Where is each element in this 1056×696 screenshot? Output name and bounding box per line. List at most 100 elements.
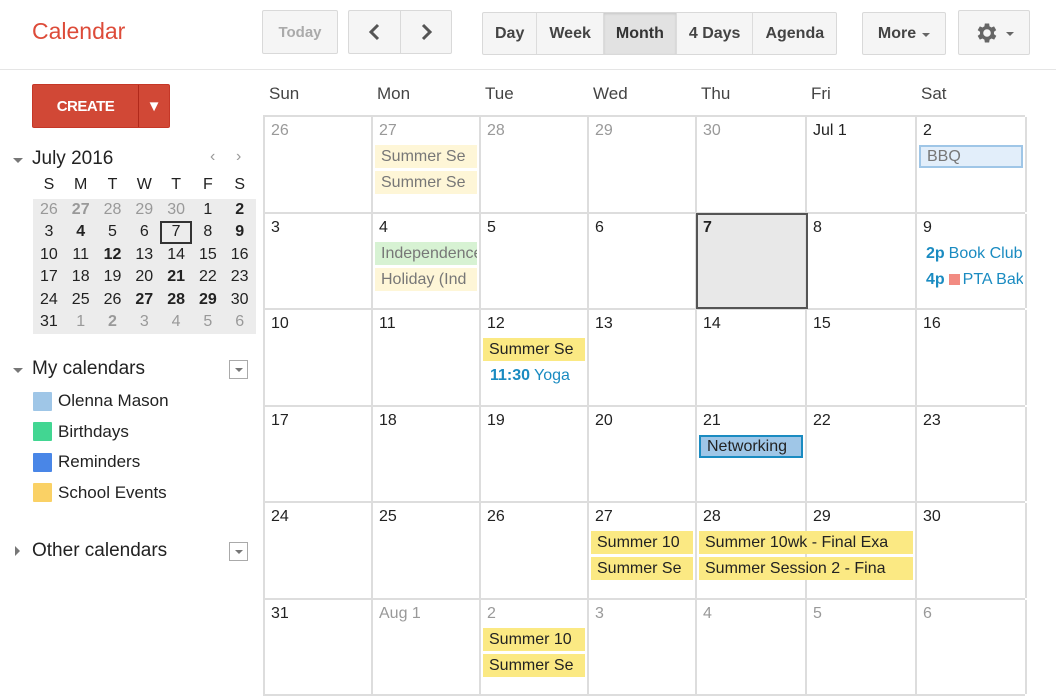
day-cell[interactable]: 22 bbox=[807, 407, 917, 502]
day-cell[interactable]: 19 bbox=[481, 407, 589, 502]
mini-prev-month-icon[interactable]: ‹ bbox=[210, 148, 215, 166]
day-cell[interactable]: Jul 1 bbox=[807, 117, 917, 212]
event-chip[interactable]: Summer 10wk - Final Exa bbox=[699, 531, 913, 554]
mini-day[interactable]: 9 bbox=[224, 221, 256, 244]
day-number[interactable]: Aug 1 bbox=[379, 605, 421, 623]
mini-day[interactable]: 13 bbox=[128, 244, 160, 267]
view-week-button[interactable]: Week bbox=[537, 13, 604, 54]
mini-day[interactable]: 18 bbox=[65, 266, 97, 289]
event-chip[interactable]: Summer Se bbox=[375, 145, 477, 168]
day-cell[interactable]: 31 bbox=[265, 600, 373, 695]
mini-day[interactable]: 19 bbox=[97, 266, 129, 289]
mini-day[interactable]: 3 bbox=[33, 221, 65, 244]
day-number[interactable]: 24 bbox=[271, 508, 289, 526]
day-number[interactable]: 9 bbox=[923, 219, 932, 237]
mini-day[interactable]: 26 bbox=[97, 289, 129, 312]
day-cell[interactable]: 15 bbox=[807, 310, 917, 405]
event-chip[interactable]: Holiday (Ind bbox=[375, 268, 477, 291]
day-cell[interactable]: 17 bbox=[265, 407, 373, 502]
mini-day[interactable]: 11 bbox=[65, 244, 97, 267]
day-number[interactable]: 28 bbox=[487, 122, 505, 140]
day-cell[interactable]: 6 bbox=[589, 214, 697, 309]
day-cell[interactable]: 30 bbox=[917, 503, 1027, 598]
day-number[interactable]: 6 bbox=[595, 219, 604, 237]
day-cell[interactable]: 8 bbox=[807, 214, 917, 309]
mini-next-month-icon[interactable]: › bbox=[236, 148, 241, 166]
mini-day[interactable]: 29 bbox=[192, 289, 224, 312]
view-month-button[interactable]: Month bbox=[604, 13, 677, 54]
day-number[interactable]: Jul 1 bbox=[813, 122, 847, 140]
day-number[interactable]: 3 bbox=[595, 605, 604, 623]
calendar-item[interactable]: Reminders bbox=[33, 451, 140, 473]
day-number[interactable]: 27 bbox=[379, 122, 397, 140]
day-number[interactable]: 7 bbox=[703, 219, 712, 237]
day-number[interactable]: 18 bbox=[379, 412, 397, 430]
mini-day[interactable]: 25 bbox=[65, 289, 97, 312]
calendar-color-swatch[interactable] bbox=[33, 392, 52, 411]
collapse-triangle-icon[interactable] bbox=[13, 158, 23, 163]
day-number[interactable]: 30 bbox=[923, 508, 941, 526]
day-number[interactable]: 4 bbox=[703, 605, 712, 623]
day-number[interactable]: 2 bbox=[923, 122, 932, 140]
day-cell[interactable]: Aug 1 bbox=[373, 600, 481, 695]
day-cell[interactable]: 6 bbox=[917, 600, 1027, 695]
day-number[interactable]: 6 bbox=[923, 605, 932, 623]
day-number[interactable]: 2 bbox=[487, 605, 496, 623]
day-number[interactable]: 27 bbox=[595, 508, 613, 526]
day-cell[interactable]: 28 bbox=[481, 117, 589, 212]
mini-day[interactable]: 27 bbox=[65, 199, 97, 222]
mini-calendar-title[interactable]: July 2016 bbox=[32, 148, 113, 170]
next-period-button[interactable] bbox=[400, 10, 452, 54]
mini-day[interactable]: 23 bbox=[224, 266, 256, 289]
mini-day[interactable]: 5 bbox=[97, 221, 129, 244]
mini-day[interactable]: 28 bbox=[97, 199, 129, 222]
day-number[interactable]: 29 bbox=[813, 508, 831, 526]
day-number[interactable]: 26 bbox=[487, 508, 505, 526]
event-chip[interactable]: BBQ bbox=[919, 145, 1023, 168]
my-calendars-title[interactable]: My calendars bbox=[32, 358, 145, 380]
day-number[interactable]: 21 bbox=[703, 412, 721, 430]
day-cell[interactable]: 4 bbox=[697, 600, 807, 695]
mini-day-today[interactable]: 7 bbox=[160, 221, 192, 244]
mini-day[interactable]: 12 bbox=[97, 244, 129, 267]
calendar-color-swatch[interactable] bbox=[33, 453, 52, 472]
mini-day[interactable]: 29 bbox=[128, 199, 160, 222]
day-number[interactable]: 22 bbox=[813, 412, 831, 430]
day-number[interactable]: 11 bbox=[379, 315, 396, 333]
collapse-triangle-icon[interactable] bbox=[13, 368, 23, 373]
timed-event[interactable]: 4pPTA Bake bbox=[919, 268, 1023, 291]
day-number[interactable]: 31 bbox=[271, 605, 289, 623]
event-chip[interactable]: Summer Se bbox=[483, 338, 585, 361]
mini-day[interactable]: 4 bbox=[65, 221, 97, 244]
event-chip[interactable]: Summer 10 bbox=[591, 531, 693, 554]
day-cell[interactable]: 26 bbox=[265, 117, 373, 212]
day-number[interactable]: 23 bbox=[923, 412, 941, 430]
mini-day[interactable]: 1 bbox=[192, 199, 224, 222]
calendar-item[interactable]: Olenna Mason bbox=[33, 390, 169, 412]
day-cell[interactable]: 14 bbox=[697, 310, 807, 405]
expand-triangle-icon[interactable] bbox=[15, 546, 20, 556]
day-number[interactable]: 26 bbox=[271, 122, 289, 140]
mini-day[interactable]: 8 bbox=[192, 221, 224, 244]
calendar-color-swatch[interactable] bbox=[33, 483, 52, 502]
event-chip[interactable]: Independence bbox=[375, 242, 477, 265]
mini-day[interactable]: 14 bbox=[160, 244, 192, 267]
mini-day[interactable]: 27 bbox=[128, 289, 160, 312]
day-cell[interactable]: 29 bbox=[589, 117, 697, 212]
day-number[interactable]: 28 bbox=[703, 508, 721, 526]
day-cell[interactable]: 10 bbox=[265, 310, 373, 405]
mini-day[interactable]: 31 bbox=[33, 311, 65, 334]
mini-day[interactable]: 26 bbox=[33, 199, 65, 222]
mini-day[interactable]: 21 bbox=[160, 266, 192, 289]
today-button[interactable]: Today bbox=[262, 10, 338, 54]
day-cell[interactable]: 23 bbox=[917, 407, 1027, 502]
mini-day[interactable]: 16 bbox=[224, 244, 256, 267]
day-cell[interactable]: 11 bbox=[373, 310, 481, 405]
my-calendars-menu-button[interactable] bbox=[229, 360, 248, 379]
day-number[interactable]: 20 bbox=[595, 412, 613, 430]
day-number[interactable]: 4 bbox=[379, 219, 388, 237]
day-number[interactable]: 5 bbox=[487, 219, 496, 237]
timed-event[interactable]: 2pBook Club bbox=[919, 242, 1023, 265]
day-cell[interactable]: 13 bbox=[589, 310, 697, 405]
day-number[interactable]: 25 bbox=[379, 508, 397, 526]
